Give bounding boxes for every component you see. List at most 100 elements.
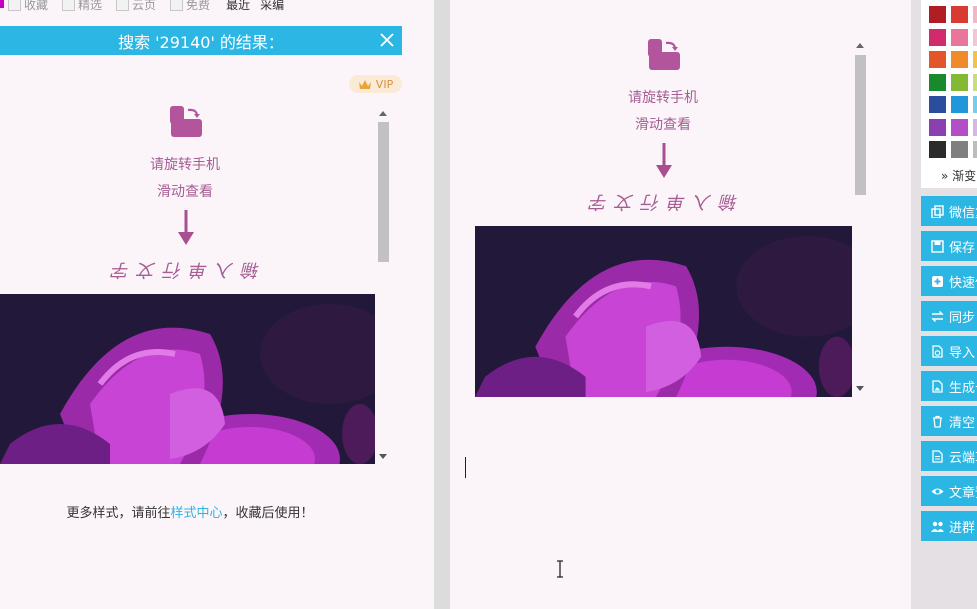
document-icon	[932, 449, 943, 463]
save-icon	[931, 239, 944, 253]
color-swatch[interactable]	[951, 51, 968, 68]
color-palette: » 渐变	[921, 0, 977, 188]
flower-illustration	[0, 294, 375, 464]
panel-divider[interactable]	[434, 0, 450, 609]
tab-checkbox	[62, 0, 76, 11]
image-button[interactable]: 生成长图	[921, 371, 977, 401]
color-swatch[interactable]	[973, 141, 977, 158]
tab-featured[interactable]: 精选	[62, 0, 108, 13]
tab-collect[interactable]: 采编	[260, 0, 284, 13]
tool-sidebar: » 渐变 微信复制保存快速保存同步导入生成长图清空云端草稿文章预览进群	[911, 0, 977, 609]
color-swatch[interactable]	[951, 96, 968, 113]
save-button[interactable]: 保存	[921, 231, 977, 261]
color-swatch[interactable]	[951, 28, 968, 46]
color-swatch[interactable]	[929, 141, 946, 158]
scroll-down-arrow-icon[interactable]	[379, 454, 387, 459]
document-button[interactable]: 云端草稿	[921, 441, 977, 471]
tab-checkbox	[170, 0, 184, 11]
footer-suffix: ，收藏后使用！	[222, 506, 314, 521]
footer-prefix: 更多样式，请前往	[66, 506, 171, 521]
document-button-label: 云端草稿	[949, 450, 977, 466]
rotate-phone-icon	[648, 39, 680, 70]
plus-button[interactable]: 快速保存	[921, 266, 977, 296]
style-block-scrollbar[interactable]	[854, 40, 866, 395]
color-swatch[interactable]	[951, 118, 968, 136]
color-swatch[interactable]	[951, 141, 968, 158]
style-tabs: 收藏 精选 云页 免费 最近 采编	[0, 0, 434, 14]
tab-favorites[interactable]: 收藏	[8, 0, 54, 13]
color-swatch[interactable]	[929, 28, 946, 46]
scroll-up-arrow-icon[interactable]	[856, 43, 864, 48]
plus-button-label: 快速保存	[949, 275, 977, 291]
color-swatch[interactable]	[973, 118, 977, 136]
arrow-down-icon	[178, 210, 194, 245]
flower-image	[475, 226, 852, 397]
color-swatch[interactable]	[929, 73, 946, 91]
close-icon[interactable]	[379, 32, 395, 48]
color-swatch[interactable]	[973, 6, 977, 23]
trash-button[interactable]: 清空	[921, 406, 977, 436]
tab-checkbox	[116, 0, 130, 11]
vip-label: VIP	[375, 77, 394, 91]
copy-button[interactable]: 微信复制	[921, 196, 977, 226]
color-swatch[interactable]	[973, 51, 977, 68]
sync-button[interactable]: 同步	[921, 301, 977, 331]
color-swatch[interactable]	[973, 96, 977, 113]
tab-recent[interactable]: 最近	[226, 0, 250, 13]
double-chevron-down-icon: »	[941, 169, 949, 183]
eye-button-label: 文章预览	[949, 485, 977, 501]
scroll-up-arrow-icon[interactable]	[379, 111, 387, 116]
rotate-hint-line2: 滑动查看	[635, 117, 691, 133]
tab-cloud[interactable]: 云页	[116, 0, 162, 13]
users-icon	[931, 521, 944, 532]
gradient-toggle[interactable]: » 渐变	[941, 167, 976, 184]
flower-image	[0, 294, 375, 464]
eye-button[interactable]: 文章预览	[921, 476, 977, 506]
rotate-hint-line2: 滑动查看	[157, 184, 213, 200]
trash-button-label: 清空	[949, 415, 976, 431]
arrow-down-icon	[656, 143, 672, 178]
scroll-thumb[interactable]	[378, 122, 389, 262]
tab-free[interactable]: 免费	[170, 0, 216, 13]
style-search-panel: 收藏 精选 云页 免费 最近 采编 搜索 '29140' 的结果： VIP 请旋…	[0, 0, 434, 609]
color-swatch[interactable]	[973, 28, 977, 46]
image-icon	[932, 379, 943, 393]
scroll-down-arrow-icon[interactable]	[856, 386, 864, 391]
rotate-hint-line1: 请旋转手机	[628, 90, 698, 106]
users-button[interactable]: 进群	[921, 511, 977, 541]
style-card-scrollbar[interactable]	[377, 108, 389, 463]
users-button-label: 进群	[949, 520, 976, 536]
scroll-thumb[interactable]	[855, 55, 866, 195]
color-swatch[interactable]	[929, 51, 946, 68]
image-button-label: 生成长图	[949, 380, 977, 396]
style-center-link[interactable]: 样式中心	[170, 506, 222, 521]
color-swatch[interactable]	[929, 6, 946, 23]
import-button-label: 导入	[949, 345, 976, 361]
sync-button-label: 同步	[949, 310, 976, 326]
rotate-hint-line1: 请旋转手机	[150, 157, 220, 173]
crown-icon	[358, 79, 371, 89]
eye-icon	[931, 488, 944, 494]
color-swatch[interactable]	[973, 73, 977, 91]
color-swatch[interactable]	[951, 6, 968, 23]
import-icon	[932, 344, 943, 358]
trash-icon	[933, 415, 942, 428]
text-caret	[465, 457, 466, 478]
import-button[interactable]: 导入	[921, 336, 977, 366]
copy-button-label: 微信复制	[949, 205, 977, 221]
search-results-header: 搜索 '29140' 的结果：	[0, 26, 402, 55]
rotated-subtitle: 输入单行文字	[582, 191, 738, 212]
tab-checkbox	[8, 0, 21, 11]
gradient-label: 渐变	[952, 169, 977, 183]
plus-icon	[932, 275, 943, 287]
vip-badge: VIP	[349, 75, 402, 93]
color-swatch[interactable]	[929, 96, 946, 113]
rotate-phone-icon	[170, 106, 202, 137]
rotated-subtitle: 输入单行文字	[104, 259, 260, 280]
sync-icon	[931, 310, 944, 322]
color-swatch[interactable]	[951, 73, 968, 91]
ibeam-cursor-icon	[557, 560, 563, 578]
copy-icon	[931, 204, 944, 218]
color-swatch[interactable]	[929, 118, 946, 136]
editor-canvas[interactable]: 请旋转手机 滑动查看 输入单行文字	[450, 0, 911, 609]
